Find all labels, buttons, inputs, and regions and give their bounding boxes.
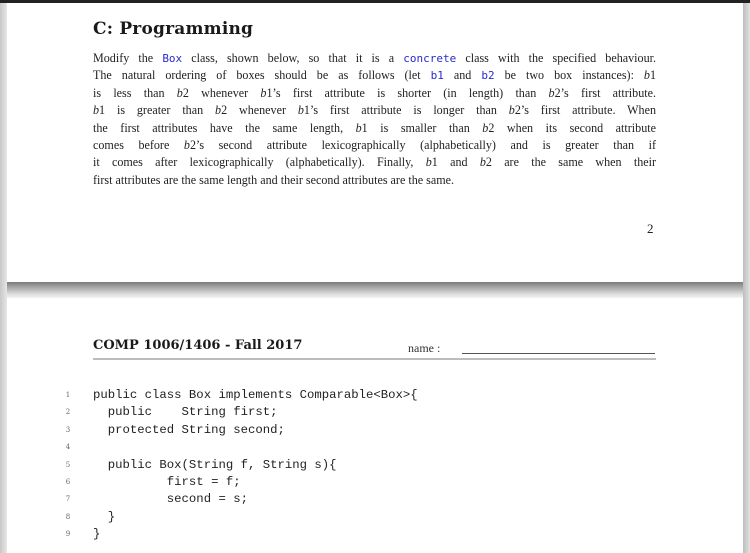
inline-code: b1: [430, 69, 444, 83]
text-run: The natural ordering of boxes should be …: [93, 68, 431, 83]
text-run: 1: [649, 68, 657, 83]
line-number: 5: [65, 460, 71, 469]
text-run: 1 and: [431, 155, 480, 170]
text-run: 2’s second attribute lexicographically (…: [189, 138, 657, 153]
paragraph-line: Modify the Box class, shown below, so th…: [93, 50, 656, 67]
line-number: 6: [65, 477, 71, 486]
code-text: public Box(String f, String s){: [93, 457, 337, 472]
name-label: name :: [408, 341, 441, 355]
paragraph-line: is less than b2 whenever b1’s first attr…: [93, 85, 656, 102]
line-number: 2: [65, 408, 71, 417]
text-run: comes before: [93, 138, 184, 153]
code-text: }: [93, 527, 101, 542]
text-run: 1’s first attribute is longer than: [303, 103, 509, 118]
inline-code: Box: [162, 52, 183, 65]
text-run: be two box instances):: [494, 68, 644, 83]
text-run: the first attributes have the same lengt…: [93, 120, 356, 135]
question-paragraph: Modify the Box class, shown below, so th…: [93, 50, 656, 189]
text-run: 2 whenever: [182, 85, 261, 100]
text-run: class with the specified behaviour.: [456, 51, 656, 65]
document-page-3: COMP 1006/1406 - Fall 2017 name : 1 publi…: [7, 298, 743, 553]
line-number: 1: [65, 391, 71, 399]
text-run: Modify the: [93, 51, 163, 65]
page-number: 2: [647, 221, 654, 236]
text-run: 2’s first attribute.: [554, 85, 656, 100]
line-number: 8: [65, 512, 71, 521]
line-number: 3: [65, 425, 71, 434]
paragraph-line: it comes after lexicographically (alphab…: [93, 154, 656, 171]
inline-code: b2: [481, 69, 495, 83]
paragraph-line: The natural ordering of boxes should be …: [93, 67, 656, 84]
text-run: 1 is smaller than: [361, 120, 483, 135]
text-run: 2 whenever: [221, 103, 298, 118]
paragraph-line: comes before b2’s second attribute lexic…: [93, 137, 656, 154]
code-text: }: [93, 509, 116, 524]
paragraph-line: first attributes are the same length and…: [93, 172, 656, 189]
code-text: public class Box implements Comparable<B…: [93, 388, 418, 402]
line-number: 7: [65, 495, 71, 504]
page-separator: [7, 282, 743, 298]
text-run: 2 are the same when their: [485, 155, 656, 170]
text-run: is less than: [93, 85, 177, 100]
line-number: 9: [65, 530, 71, 539]
paragraph-line: b1 is greater than b2 whenever b1’s firs…: [93, 102, 656, 119]
line-number: 4: [65, 443, 71, 452]
text-run: class, shown below, so that it is a: [182, 51, 404, 65]
viewer-left-gutter: [0, 3, 7, 553]
header-rule: [93, 358, 656, 360]
text-run: it comes after lexicographically (alphab…: [93, 155, 426, 170]
text-run: and: [443, 68, 482, 83]
code-text: second = s;: [93, 492, 248, 507]
document-page-2: C: Programming Modify the Box class, sho…: [7, 3, 743, 282]
text-run: 2 when its second attribute: [488, 120, 656, 135]
text-run: 1 is greater than: [99, 103, 216, 118]
code-text: protected String second;: [93, 422, 285, 437]
inline-code: concrete: [403, 52, 457, 65]
name-blank-line: [462, 353, 655, 354]
viewer-scrollbar[interactable]: [743, 3, 750, 553]
course-header: COMP 1006/1406 - Fall 2017: [93, 338, 303, 353]
code-text: public String first;: [93, 405, 278, 420]
section-title: C: Programming: [93, 19, 254, 39]
text-run: 2’s first attribute. When: [514, 103, 656, 118]
text-run: first attributes are the same length and…: [93, 172, 454, 187]
paragraph-line: the first attributes have the same lengt…: [93, 120, 656, 137]
code-text: first = f;: [93, 474, 241, 489]
text-run: 1’s first attribute is shorter (in lengt…: [266, 85, 549, 100]
